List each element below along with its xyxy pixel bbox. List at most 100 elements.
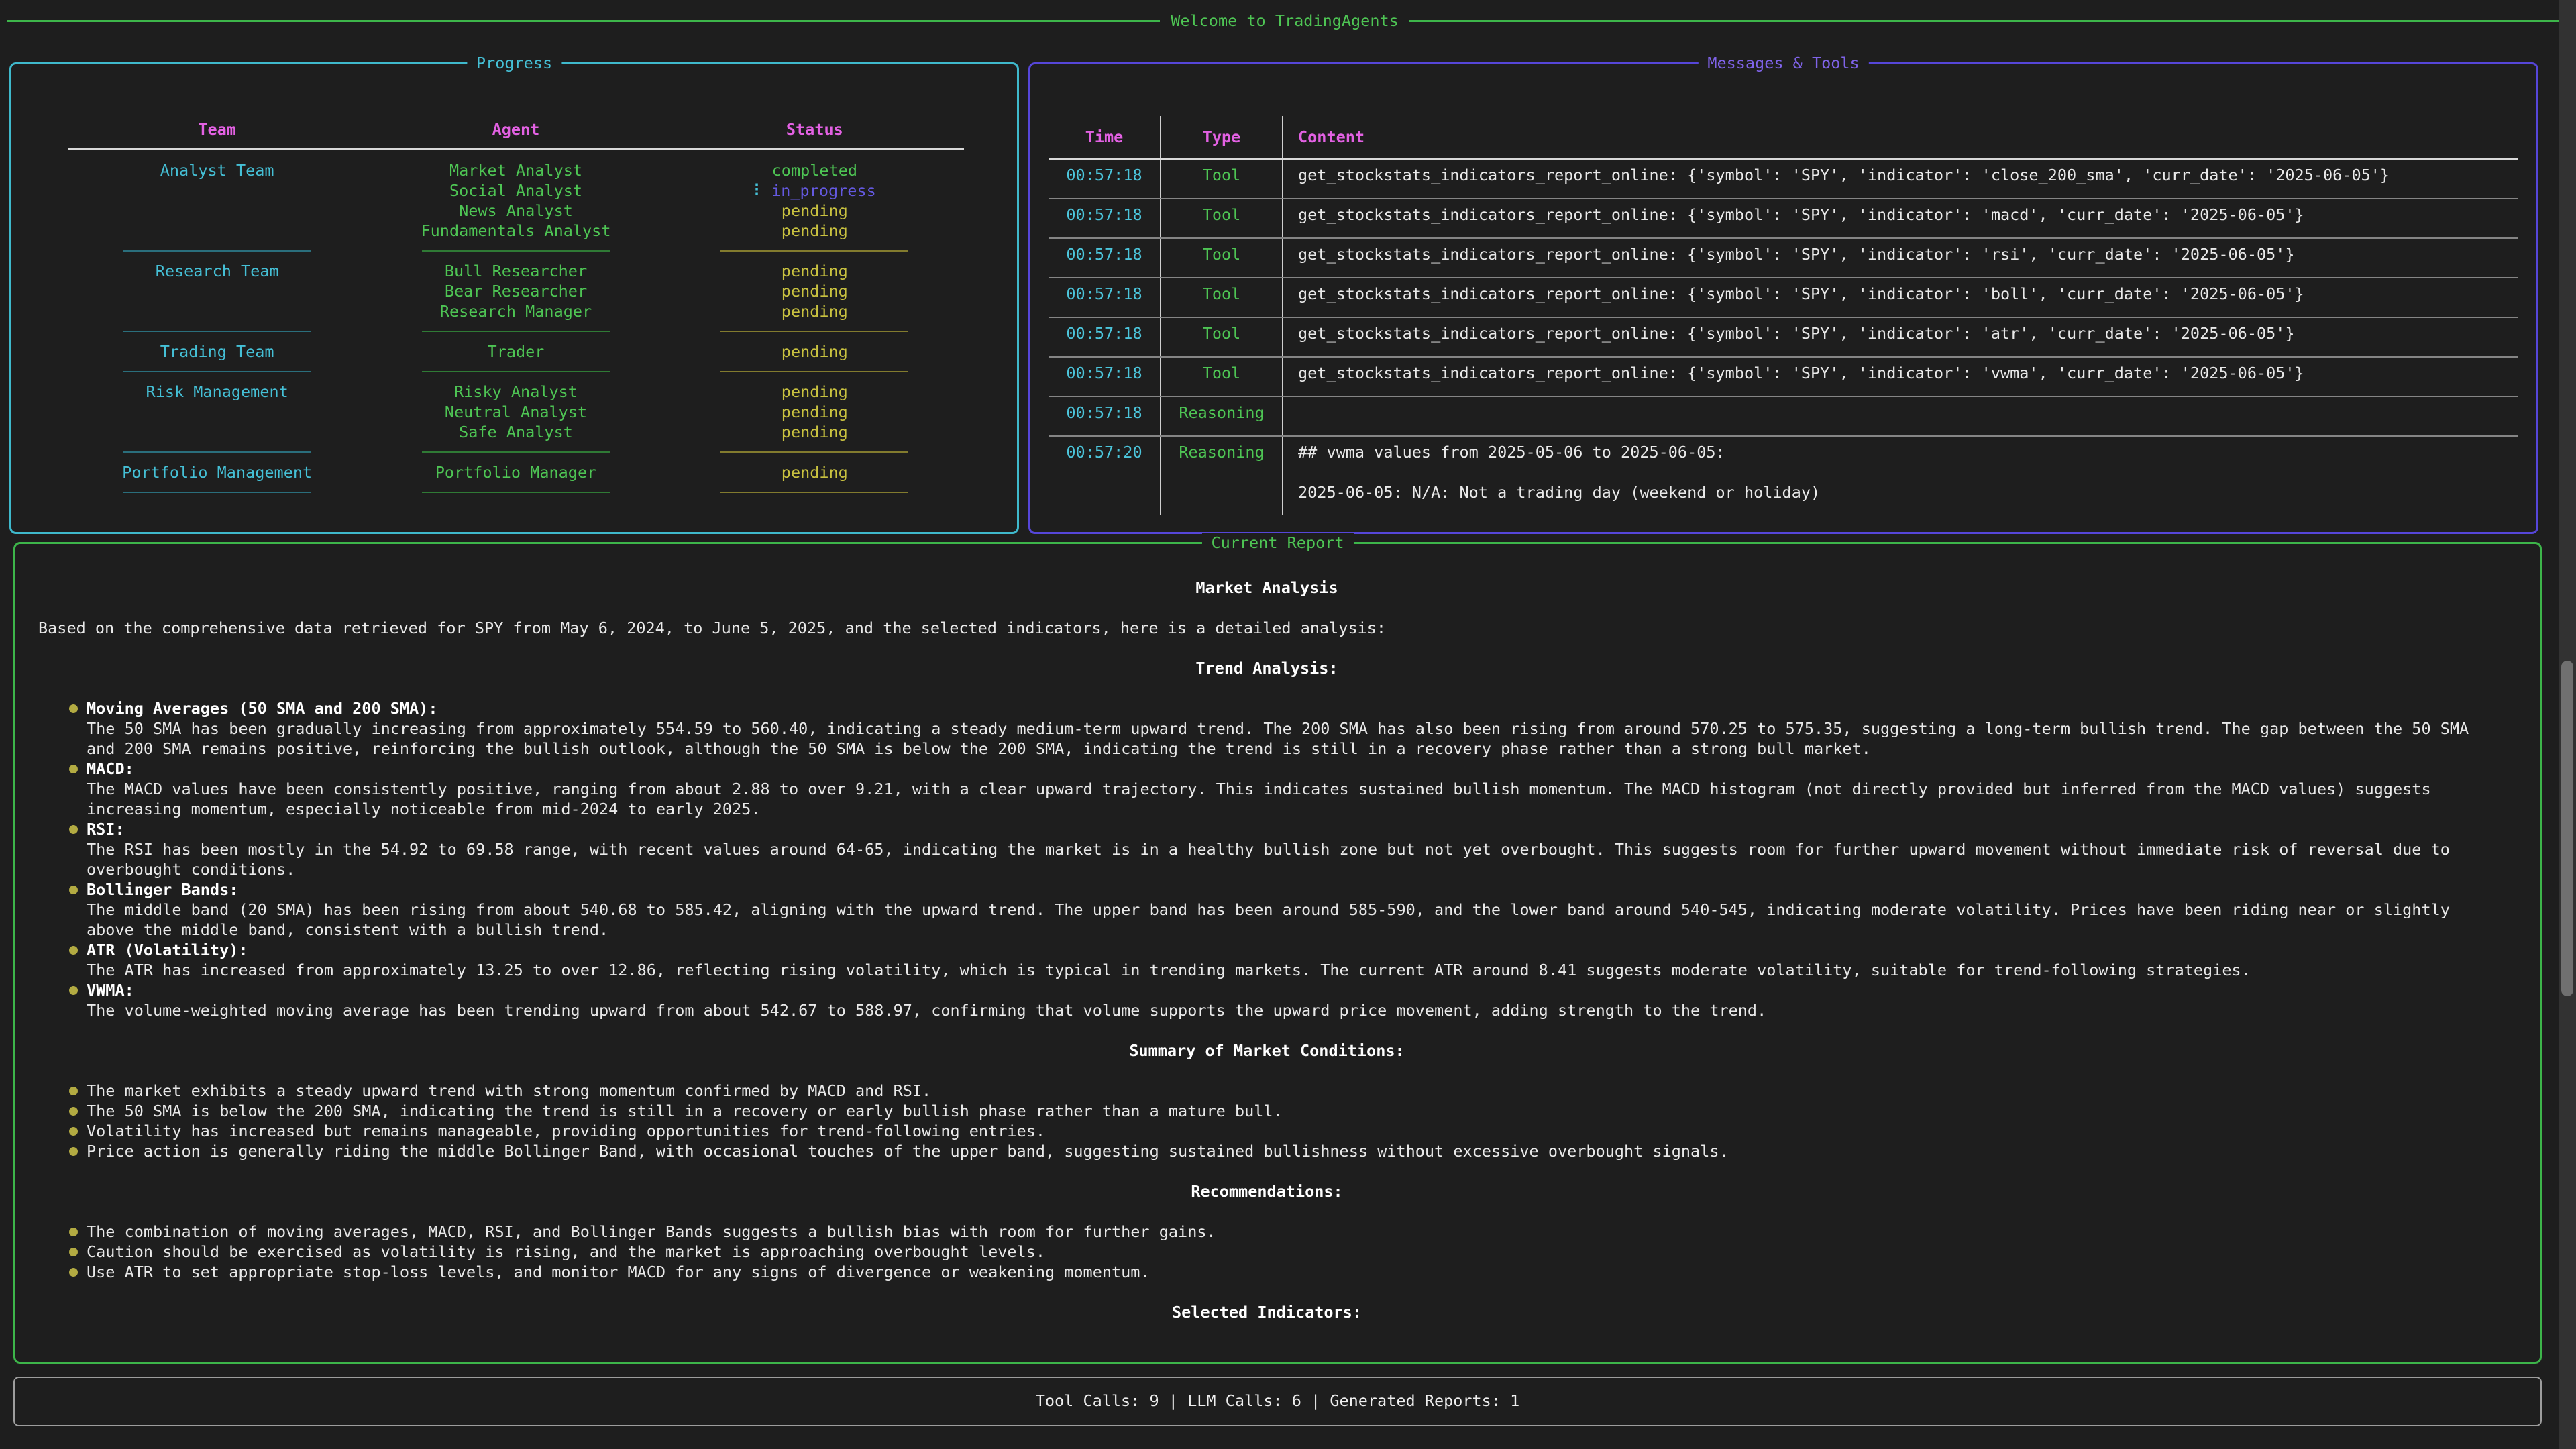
- report-intro: Based on the comprehensive data retrieve…: [38, 618, 2496, 638]
- message-type: Tool: [1160, 318, 1282, 356]
- list-item: RSI:The RSI has been mostly in the 54.92…: [38, 819, 2496, 879]
- message-row: 00:57:20 Reasoning ## vwma values from 2…: [1049, 437, 2518, 515]
- scrollbar-track[interactable]: [2559, 0, 2576, 1449]
- list-item: Use ATR to set appropriate stop-loss lev…: [38, 1262, 2496, 1282]
- message-time: 00:57:18: [1049, 397, 1160, 435]
- messages-table: Time Type Content 00:57:18 Tool get_stoc…: [1049, 116, 2518, 515]
- report-heading: Market Analysis: [38, 578, 2496, 598]
- message-time: 00:57:18: [1049, 358, 1160, 396]
- message-content: get_stockstats_indicators_report_online:…: [1282, 160, 2518, 198]
- list-item: Moving Averages (50 SMA and 200 SMA):The…: [38, 698, 2496, 759]
- agent-name: Safe Analyst: [366, 422, 665, 442]
- progress-row: Research Manager pending: [68, 301, 964, 321]
- bullet-icon: [69, 1268, 78, 1277]
- stats-panel: Tool Calls: 9 | LLM Calls: 6 | Generated…: [13, 1377, 2542, 1426]
- section-heading-recommendations: Recommendations:: [38, 1181, 2496, 1201]
- bullet-label: Moving Averages (50 SMA and 200 SMA):: [87, 699, 437, 718]
- agent-status: pending: [665, 201, 964, 221]
- spinner-icon: ⠇: [753, 181, 765, 200]
- report-body: Market Analysis Based on the comprehensi…: [38, 557, 2496, 1342]
- message-time: 00:57:18: [1049, 318, 1160, 356]
- bullet-text: The ATR has increased from approximately…: [87, 961, 2251, 979]
- section-divider: [68, 241, 964, 261]
- progress-table: Team Agent Status Analyst Team Market An…: [68, 119, 964, 502]
- agent-name: Fundamentals Analyst: [366, 221, 665, 241]
- scrollbar-thumb[interactable]: [2561, 661, 2573, 996]
- messages-header-time: Time: [1049, 116, 1160, 158]
- bullet-label: Bollinger Bands:: [87, 880, 238, 899]
- progress-row: Fundamentals Analyst pending: [68, 221, 964, 241]
- progress-panel-title: Progress: [467, 53, 561, 73]
- bullet-icon: [69, 946, 78, 955]
- message-content: ## vwma values from 2025-05-06 to 2025-0…: [1282, 437, 2518, 515]
- message-row: 00:57:18 Tool get_stockstats_indicators_…: [1049, 278, 2518, 318]
- message-row: 00:57:18 Tool get_stockstats_indicators_…: [1049, 358, 2518, 397]
- team-name: Portfolio Management: [68, 462, 366, 482]
- message-row: 00:57:18 Tool get_stockstats_indicators_…: [1049, 199, 2518, 239]
- bullet-icon: [69, 1228, 78, 1236]
- bullet-icon: [69, 825, 78, 834]
- list-item: The 50 SMA is below the 200 SMA, indicat…: [38, 1101, 2496, 1121]
- bullet-icon: [69, 1147, 78, 1156]
- agent-status: pending: [665, 341, 964, 362]
- message-content: get_stockstats_indicators_report_online:…: [1282, 199, 2518, 237]
- list-item: Bollinger Bands:The middle band (20 SMA)…: [38, 879, 2496, 940]
- agent-name: Risky Analyst: [366, 382, 665, 402]
- team-name: Research Team: [68, 261, 366, 281]
- message-content: [1282, 397, 2518, 435]
- message-type: Reasoning: [1160, 397, 1282, 435]
- progress-header-status: Status: [665, 119, 964, 140]
- message-time: 00:57:18: [1049, 160, 1160, 198]
- progress-panel: Progress Team Agent Status Analyst Team …: [9, 62, 1019, 534]
- message-content-line: ## vwma values from 2025-05-06 to 2025-0…: [1298, 442, 2518, 462]
- current-report-panel-title: Current Report: [1201, 533, 1353, 553]
- agent-status: pending: [665, 422, 964, 442]
- agent-status: pending: [665, 221, 964, 241]
- progress-row: Analyst Team Market Analyst completed: [68, 160, 964, 180]
- progress-row: News Analyst pending: [68, 201, 964, 221]
- bullet-icon: [69, 704, 78, 713]
- message-content: get_stockstats_indicators_report_online:…: [1282, 239, 2518, 277]
- blank-line: [1298, 462, 2518, 482]
- agent-name: Research Manager: [366, 301, 665, 321]
- agent-status: pending: [665, 402, 964, 422]
- message-type: Tool: [1160, 278, 1282, 317]
- section-divider: [68, 362, 964, 382]
- message-content: get_stockstats_indicators_report_online:…: [1282, 278, 2518, 317]
- bullet-text: The combination of moving averages, MACD…: [87, 1222, 2496, 1242]
- welcome-title: Welcome to TradingAgents: [1160, 11, 1409, 31]
- welcome-rule: Welcome to TradingAgents: [7, 11, 2563, 31]
- message-content-line: 2025-06-05: N/A: Not a trading day (week…: [1298, 482, 2518, 502]
- bullet-text: Use ATR to set appropriate stop-loss lev…: [87, 1262, 2496, 1282]
- agent-name: Bull Researcher: [366, 261, 665, 281]
- message-time: 00:57:20: [1049, 437, 1160, 515]
- section-heading-trend-analysis: Trend Analysis:: [38, 658, 2496, 678]
- bullet-label: VWMA:: [87, 981, 134, 1000]
- messages-header-content: Content: [1282, 116, 2518, 158]
- bullet-label: ATR (Volatility):: [87, 941, 248, 959]
- progress-header-divider: [68, 148, 964, 150]
- agent-name: Portfolio Manager: [366, 462, 665, 482]
- section-heading-selected-indicators: Selected Indicators:: [38, 1302, 2496, 1322]
- bullet-icon: [69, 986, 78, 995]
- recommendations-bullets: The combination of moving averages, MACD…: [38, 1222, 2496, 1282]
- messages-panel-title: Messages & Tools: [1698, 53, 1868, 73]
- section-divider: [68, 442, 964, 462]
- trend-analysis-bullets: Moving Averages (50 SMA and 200 SMA): The…: [38, 698, 2496, 1020]
- progress-row: Bear Researcher pending: [68, 281, 964, 301]
- progress-row: Trading Team Trader pending: [68, 341, 964, 362]
- bullet-text: Volatility has increased but remains man…: [87, 1121, 2496, 1141]
- list-item: Price action is generally riding the mid…: [38, 1141, 2496, 1161]
- bullet-label: MACD:: [87, 759, 134, 778]
- team-name: Analyst Team: [68, 160, 366, 180]
- messages-header-type: Type: [1160, 116, 1282, 158]
- message-row: 00:57:18 Reasoning: [1049, 397, 2518, 437]
- bullet-text: The MACD values have been consistently p…: [87, 780, 2431, 818]
- agent-status: pending: [665, 281, 964, 301]
- current-report-panel: Current Report Market Analysis Based on …: [13, 542, 2542, 1364]
- agent-name: Neutral Analyst: [366, 402, 665, 422]
- agent-status: pending: [665, 382, 964, 402]
- progress-row: Social Analyst ⠇in_progress: [68, 180, 964, 201]
- rule-line-left: [7, 20, 1160, 22]
- bullet-text: Price action is generally riding the mid…: [87, 1141, 2496, 1161]
